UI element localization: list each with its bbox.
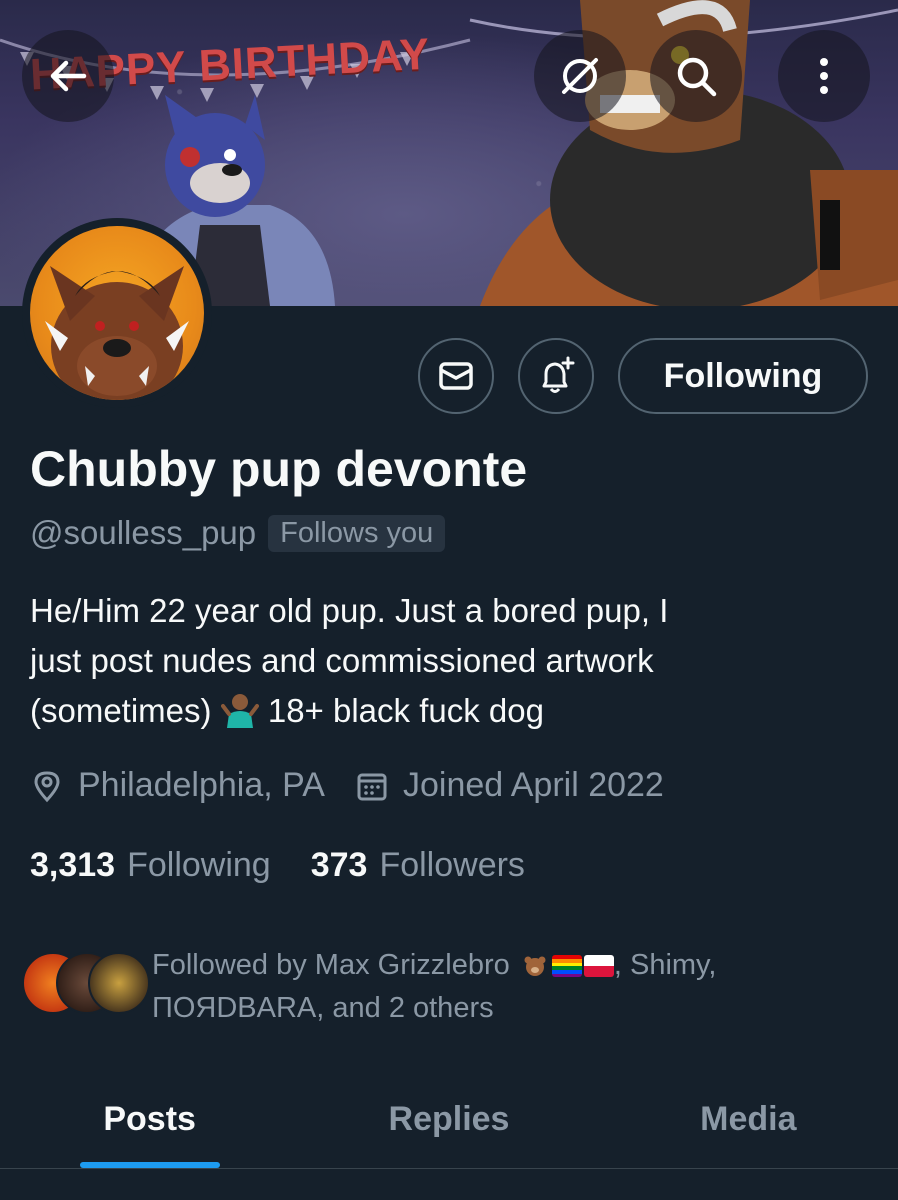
followed-by-text: Followed by Max Grizzlebro , Shimy, ПOЯD… <box>152 944 832 1030</box>
search-icon <box>677 57 717 97</box>
active-tab-indicator <box>79 1162 220 1168</box>
tab-replies[interactable]: Replies <box>299 1070 598 1168</box>
location-pin-icon <box>34 770 60 802</box>
handle-row: @soulless_pup Follows you <box>30 514 446 552</box>
poland-flag-icon <box>583 955 614 977</box>
followers-count[interactable]: 373 <box>311 846 368 885</box>
following-label[interactable]: Following <box>127 846 271 885</box>
followed-by-names: ПOЯDBARA, and 2 others <box>152 992 494 1024</box>
avatar-image <box>45 266 189 400</box>
mail-icon <box>439 362 473 390</box>
avatar <box>88 952 150 1014</box>
follow-counts: 3,313 Following 373 Followers <box>30 846 565 885</box>
followed-by-section[interactable]: Followed by Max Grizzlebro , Shimy, ПOЯD… <box>22 944 832 1030</box>
joined-item: Joined April 2022 <box>355 766 664 805</box>
calendar-icon <box>357 773 387 800</box>
bell-plus-icon <box>542 356 575 393</box>
bio-text: 18+ black fuck dog <box>258 692 544 729</box>
profile-bio: He/Him 22 year old pup. Just a bored pup… <box>30 586 870 736</box>
message-button[interactable] <box>418 338 494 414</box>
arrow-left-icon <box>50 60 87 92</box>
tab-label: Posts <box>103 1099 196 1138</box>
following-count[interactable]: 3,313 <box>30 846 115 885</box>
notifications-button[interactable] <box>518 338 594 414</box>
grok-button[interactable] <box>534 30 626 122</box>
more-vertical-icon <box>820 58 828 94</box>
joined-text: Joined April 2022 <box>402 766 664 804</box>
follows-you-badge: Follows you <box>268 514 446 552</box>
display-name: Chubby pup devonte <box>30 441 528 497</box>
location-item: Philadelphia, PA <box>30 766 325 805</box>
back-button[interactable] <box>22 30 114 122</box>
bio-line: He/Him 22 year old pup. Just a bored pup… <box>30 592 669 629</box>
profile-tabs: Posts Replies Media <box>0 1070 898 1169</box>
location-text: Philadelphia, PA <box>78 766 325 804</box>
bio-text: (sometimes) <box>30 692 221 729</box>
tab-label: Replies <box>388 1099 510 1138</box>
user-handle: @soulless_pup <box>30 514 257 551</box>
bio-line: (sometimes) 18+ black fuck dog <box>30 686 870 736</box>
followed-by-names: , Shimy, <box>613 949 717 981</box>
search-button[interactable] <box>650 30 742 122</box>
shrug-emoji-icon <box>220 694 259 728</box>
tab-media[interactable]: Media <box>599 1070 898 1168</box>
profile-meta: Philadelphia, PA Joined April 2022 <box>30 766 694 805</box>
following-button[interactable]: Following <box>618 338 868 414</box>
followed-by-names: Followed by Max Grizzlebro <box>152 949 510 981</box>
followers-you-know-avatars <box>22 944 150 1014</box>
profile-avatar[interactable] <box>22 218 212 408</box>
tab-label: Media <box>700 1099 797 1138</box>
bear-emoji-icon <box>524 956 546 976</box>
rainbow-flag-icon <box>551 955 582 977</box>
followers-label[interactable]: Followers <box>379 846 524 885</box>
tab-posts[interactable]: Posts <box>0 1070 299 1168</box>
bio-line: just post nudes and commissioned artwork <box>30 642 654 679</box>
circle-slash-icon <box>562 58 598 94</box>
more-options-button[interactable] <box>778 30 870 122</box>
